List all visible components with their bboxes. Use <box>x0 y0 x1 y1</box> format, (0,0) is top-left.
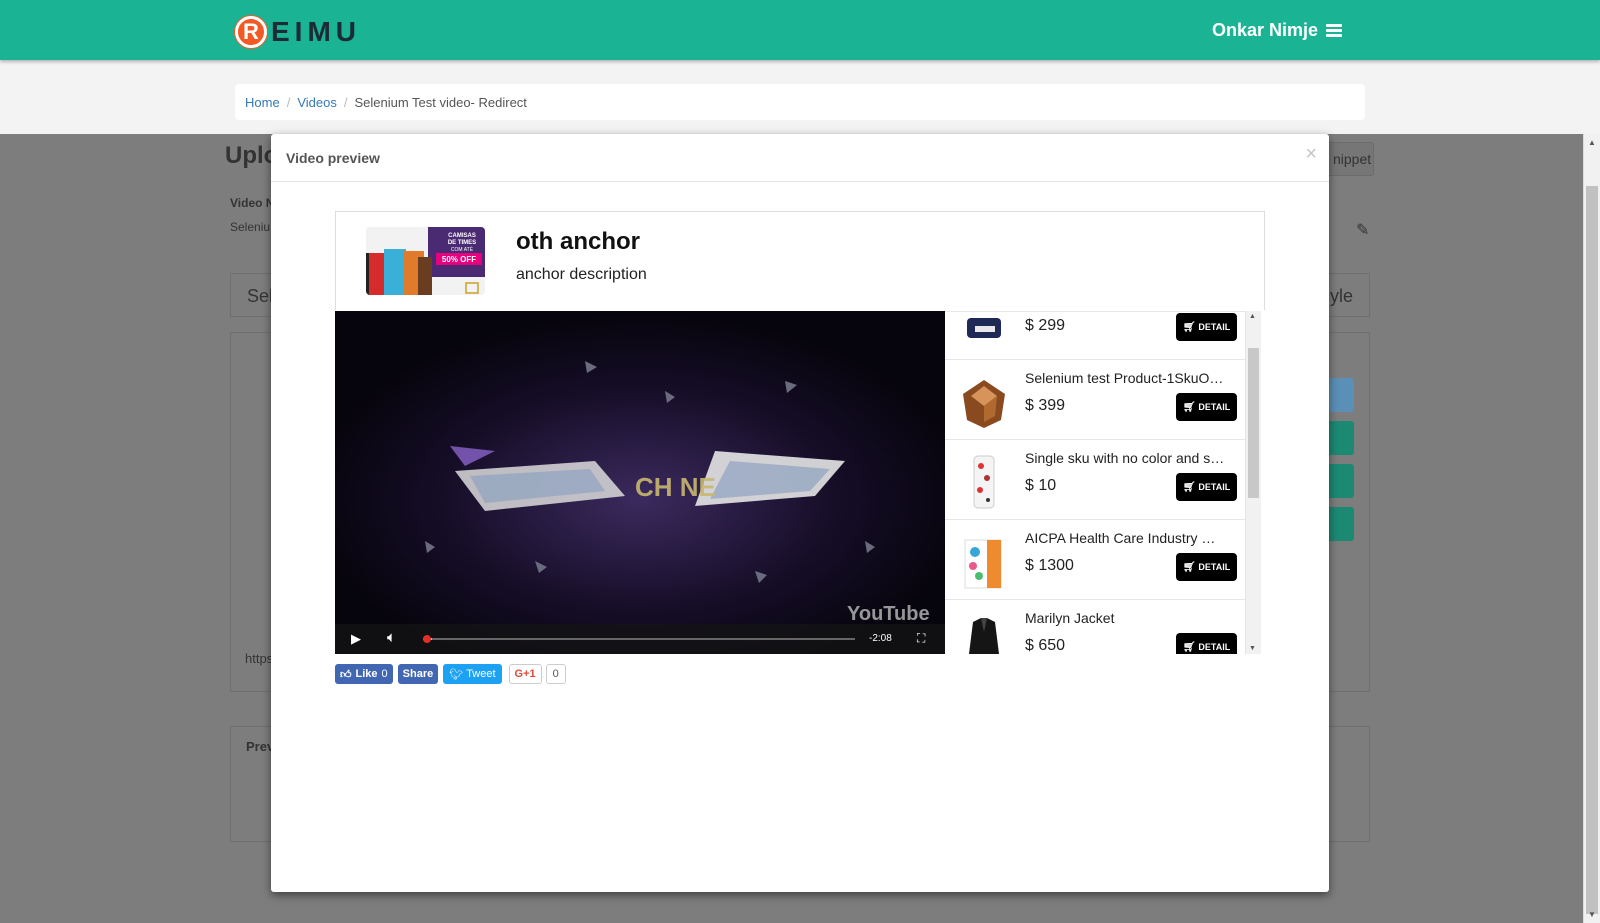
detail-label: DETAIL <box>1198 322 1231 332</box>
page-scrollbar[interactable]: ▲ ▼ <box>1583 134 1600 923</box>
like-count: 0 <box>381 668 388 680</box>
product-price: $ 299 <box>1025 317 1066 334</box>
product-price: $ 650 <box>1025 637 1066 654</box>
video-overlay-text: CH NE <box>635 472 716 502</box>
pencil-icon[interactable]: ✎ <box>1356 220 1369 240</box>
product-price: $ 1300 <box>1025 557 1074 574</box>
volume-icon[interactable]: 🔈︎ <box>387 629 396 646</box>
google-plus-count: 0 <box>545 664 566 684</box>
breadcrumb-current: Selenium Test video- Redirect <box>354 94 527 110</box>
modal-header: Video preview <box>271 134 1329 182</box>
logo-mark: R <box>235 16 267 48</box>
select-label: Sel <box>247 286 274 306</box>
product-price: $ 399 <box>1025 397 1066 414</box>
twitter-bird-icon: 🐦︎ <box>449 668 464 681</box>
detail-button[interactable]: 🛒︎ DETAIL <box>1176 313 1237 341</box>
hamburger-icon[interactable] <box>1326 23 1343 38</box>
user-menu[interactable]: Onkar Nimje <box>1212 20 1343 41</box>
fullscreen-icon[interactable]: ⛶ <box>917 631 925 646</box>
jacket-icon <box>959 612 1009 654</box>
detail-label: DETAIL <box>1198 562 1231 572</box>
cart-icon: 🛒︎ <box>1182 481 1196 493</box>
facebook-share-button[interactable]: Share <box>397 664 439 684</box>
anchor-title: oth anchor <box>516 228 640 255</box>
scroll-up-icon[interactable]: ▲ <box>1588 138 1596 147</box>
banner-line2: DE TIMES <box>448 240 476 246</box>
url-text: https <box>245 651 274 666</box>
cart-icon: 🛒︎ <box>1182 561 1196 573</box>
product-list[interactable]: $ 299 🛒︎ DETAIL Selenium test Product-1Sk… <box>945 311 1245 654</box>
play-icon[interactable]: ▶ <box>351 631 361 647</box>
video-name-label: Video N <box>230 196 275 210</box>
cart-icon: 🛒︎ <box>1182 401 1196 413</box>
phone-case-icon <box>959 452 1009 512</box>
product-list-scrollbar[interactable]: ▲ ▼ <box>1245 311 1261 654</box>
scroll-down-icon[interactable]: ▼ <box>1249 645 1256 652</box>
youtube-watermark[interactable]: YouTube <box>847 603 930 626</box>
book-icon <box>959 532 1009 592</box>
thumbs-up-icon: 👍︎ <box>340 668 352 681</box>
detail-label: DETAIL <box>1198 402 1231 412</box>
breadcrumb-videos[interactable]: Videos <box>297 95 337 110</box>
preview-label: Prev <box>246 739 275 754</box>
user-name: Onkar Nimje <box>1212 20 1319 40</box>
modal-title: Video preview <box>286 149 380 166</box>
detail-button[interactable]: 🛒︎ DETAIL <box>1176 553 1237 581</box>
top-navbar: R EIMU Onkar Nimje <box>0 0 1600 60</box>
video-player[interactable]: CH NE YouTube ▶ 🔈︎ -2:08 ⛶ <box>335 311 945 654</box>
banner-line1: CAMISAS <box>448 233 476 239</box>
video-preview-modal: Video preview × CAMISAS DE TIMES COM ATÉ… <box>271 134 1329 892</box>
anchor-description: anchor description <box>516 266 647 283</box>
social-share-bar: 👍︎ Like 0 Share 🐦︎ Tweet G+1 0 <box>335 664 566 684</box>
product-item: Selenium test Product-1SkuOnly $ 399 🛒︎ D… <box>945 359 1245 440</box>
detail-label: DETAIL <box>1198 642 1231 652</box>
banner-line3: COM ATÉ <box>451 246 474 253</box>
detail-label: DETAIL <box>1198 482 1231 492</box>
anchor-banner-image: CAMISAS DE TIMES COM ATÉ 50% OFF <box>366 227 485 295</box>
time-remaining: -2:08 <box>869 633 892 644</box>
style-label: yle <box>1329 286 1353 306</box>
scroll-up-icon[interactable]: ▲ <box>1249 313 1256 320</box>
shoe-icon <box>959 312 1009 352</box>
scroll-thumb[interactable] <box>1248 348 1259 498</box>
product-item: AICPA Health Care Industry Changes $ 130… <box>945 519 1245 600</box>
product-price: $ 10 <box>1025 477 1057 494</box>
facebook-like-button[interactable]: 👍︎ Like 0 <box>335 664 393 684</box>
page-scroll-thumb[interactable] <box>1586 186 1598 914</box>
product-item: Marilyn Jacket $ 650 🛒︎ DETAIL <box>945 599 1245 654</box>
logo-text: EIMU <box>271 16 361 47</box>
breadcrumb: Home / Videos / Selenium Test video- Red… <box>235 84 1365 120</box>
cart-icon: 🛒︎ <box>1182 641 1196 653</box>
tweet-label: Tweet <box>466 668 496 680</box>
close-icon[interactable]: × <box>1305 144 1317 164</box>
scroll-down-icon[interactable]: ▼ <box>1588 910 1596 919</box>
product-item: Single sku with no color and size $ 10 🛒… <box>945 439 1245 520</box>
product-name: Selenium test Product-1SkuOnly <box>1025 370 1225 386</box>
tweet-button[interactable]: 🐦︎ Tweet <box>443 664 502 684</box>
product-name: Single sku with no color and size <box>1025 450 1225 466</box>
cart-icon: 🛒︎ <box>1182 321 1196 333</box>
progress-track[interactable] <box>423 635 855 643</box>
video-controls: ▶ 🔈︎ -2:08 ⛶ <box>335 624 945 654</box>
product-name: Marilyn Jacket <box>1025 610 1115 626</box>
detail-button[interactable]: 🛒︎ DETAIL <box>1176 473 1237 501</box>
detail-button[interactable]: 🛒︎ DETAIL <box>1176 633 1237 654</box>
google-plus-button[interactable]: G+1 <box>508 664 542 684</box>
breadcrumb-separator: / <box>343 94 348 110</box>
banner-offer: 50% OFF <box>442 255 476 264</box>
progress-handle[interactable] <box>423 635 431 643</box>
anchor-card: CAMISAS DE TIMES COM ATÉ 50% OFF oth anc… <box>335 211 1265 310</box>
breadcrumb-home[interactable]: Home <box>245 95 280 110</box>
perfume-icon <box>959 372 1009 432</box>
detail-button[interactable]: 🛒︎ DETAIL <box>1176 393 1237 421</box>
breadcrumb-separator: / <box>286 94 291 110</box>
reimu-logo[interactable]: R EIMU <box>235 16 361 48</box>
video-name-value: Seleniu <box>230 220 271 234</box>
like-label: Like <box>355 668 378 680</box>
product-name: AICPA Health Care Industry Changes <box>1025 530 1225 546</box>
product-item: $ 299 🛒︎ DETAIL <box>945 312 1245 360</box>
